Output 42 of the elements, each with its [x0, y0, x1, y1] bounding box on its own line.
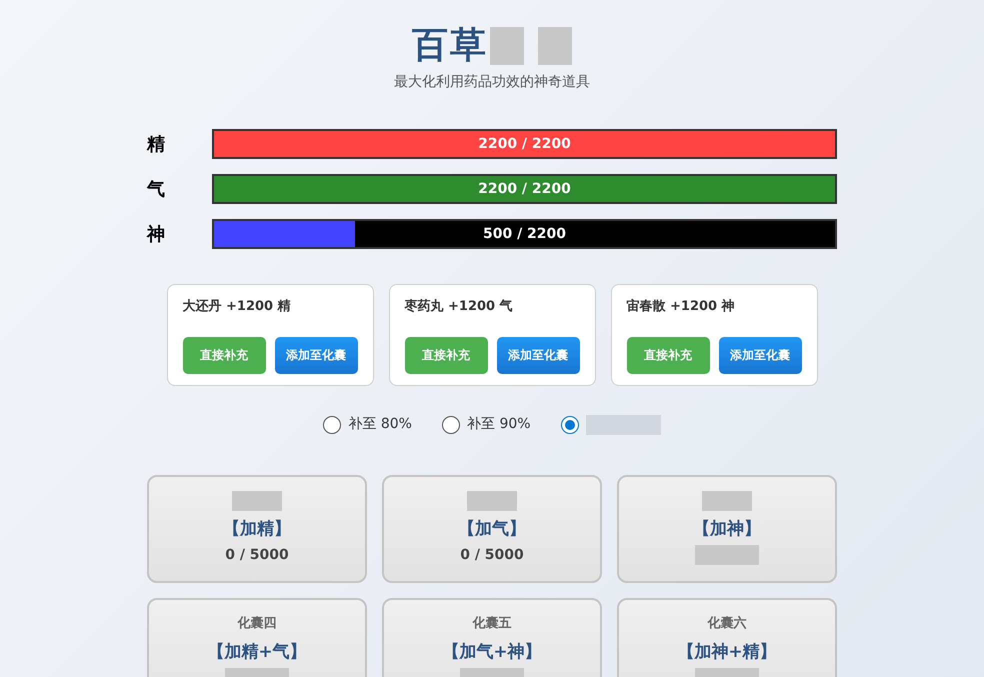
- pouch-name: 化囊五: [472, 615, 512, 633]
- stat-reading: 500 / 2200: [482, 224, 568, 244]
- pouch-card[interactable]: 化囊六 【加神+精】: [617, 598, 837, 677]
- redacted-block: [695, 544, 759, 564]
- stat-reading: 2200 / 2200: [477, 134, 572, 154]
- stat-label: 精: [147, 132, 166, 156]
- stat-reading: 2200 / 2200: [477, 180, 572, 198]
- redacted-block: [232, 491, 282, 511]
- add-to-pouch-button[interactable]: 添加至化囊: [718, 336, 802, 374]
- app-title: 百草: [412, 24, 488, 68]
- redacted-block: [467, 491, 517, 511]
- radio-button[interactable]: [323, 416, 342, 434]
- add-to-pouch-button[interactable]: 添加至化囊: [274, 336, 358, 374]
- pouch-card[interactable]: 化囊四 【加精+气】: [147, 598, 367, 677]
- pouch-card[interactable]: 【加神】: [617, 475, 837, 583]
- medicine-name: 大还丹 +1200 精: [182, 298, 292, 316]
- pouch-effect: 【加精】: [223, 518, 291, 541]
- app-subtitle: 最大化利用药品功效的神奇道具: [394, 73, 590, 92]
- add-to-pouch-button[interactable]: 添加至化囊: [496, 336, 580, 374]
- pouch-effect: 【加精+气】: [207, 641, 307, 664]
- radio-button[interactable]: [442, 416, 460, 434]
- medicine-name: 宙春散 +1200 神: [626, 298, 736, 316]
- radio-label: 补至 80%: [348, 415, 412, 434]
- redacted-block: [490, 27, 524, 65]
- pouch-card[interactable]: 化囊五 【加气+神】: [382, 598, 602, 677]
- pouch-effect: 【加气+神】: [442, 641, 542, 664]
- pouch-effect: 【加气】: [458, 518, 526, 541]
- pouch-effect: 【加神+精】: [677, 641, 777, 664]
- pouch-name: 化囊四: [238, 615, 276, 633]
- radio-button[interactable]: [560, 416, 579, 434]
- pouch-effect: 【加神】: [693, 518, 761, 541]
- pouch-reading: 0 / 5000: [460, 546, 524, 564]
- medicine-name: 枣药丸 +1200 气: [404, 298, 514, 316]
- redacted-block: [538, 27, 572, 65]
- pouch-card[interactable]: 【加气】 0 / 5000: [382, 475, 602, 583]
- radio-label: 补至 90%: [467, 415, 531, 434]
- pouch-reading: 0 / 5000: [225, 546, 289, 564]
- stat-label: 神: [147, 222, 166, 246]
- pouch-name: 化囊六: [708, 614, 746, 633]
- redacted-block: [702, 491, 752, 511]
- pouch-card[interactable]: 【加精】 0 / 5000: [147, 475, 367, 583]
- stat-label: 气: [147, 178, 166, 202]
